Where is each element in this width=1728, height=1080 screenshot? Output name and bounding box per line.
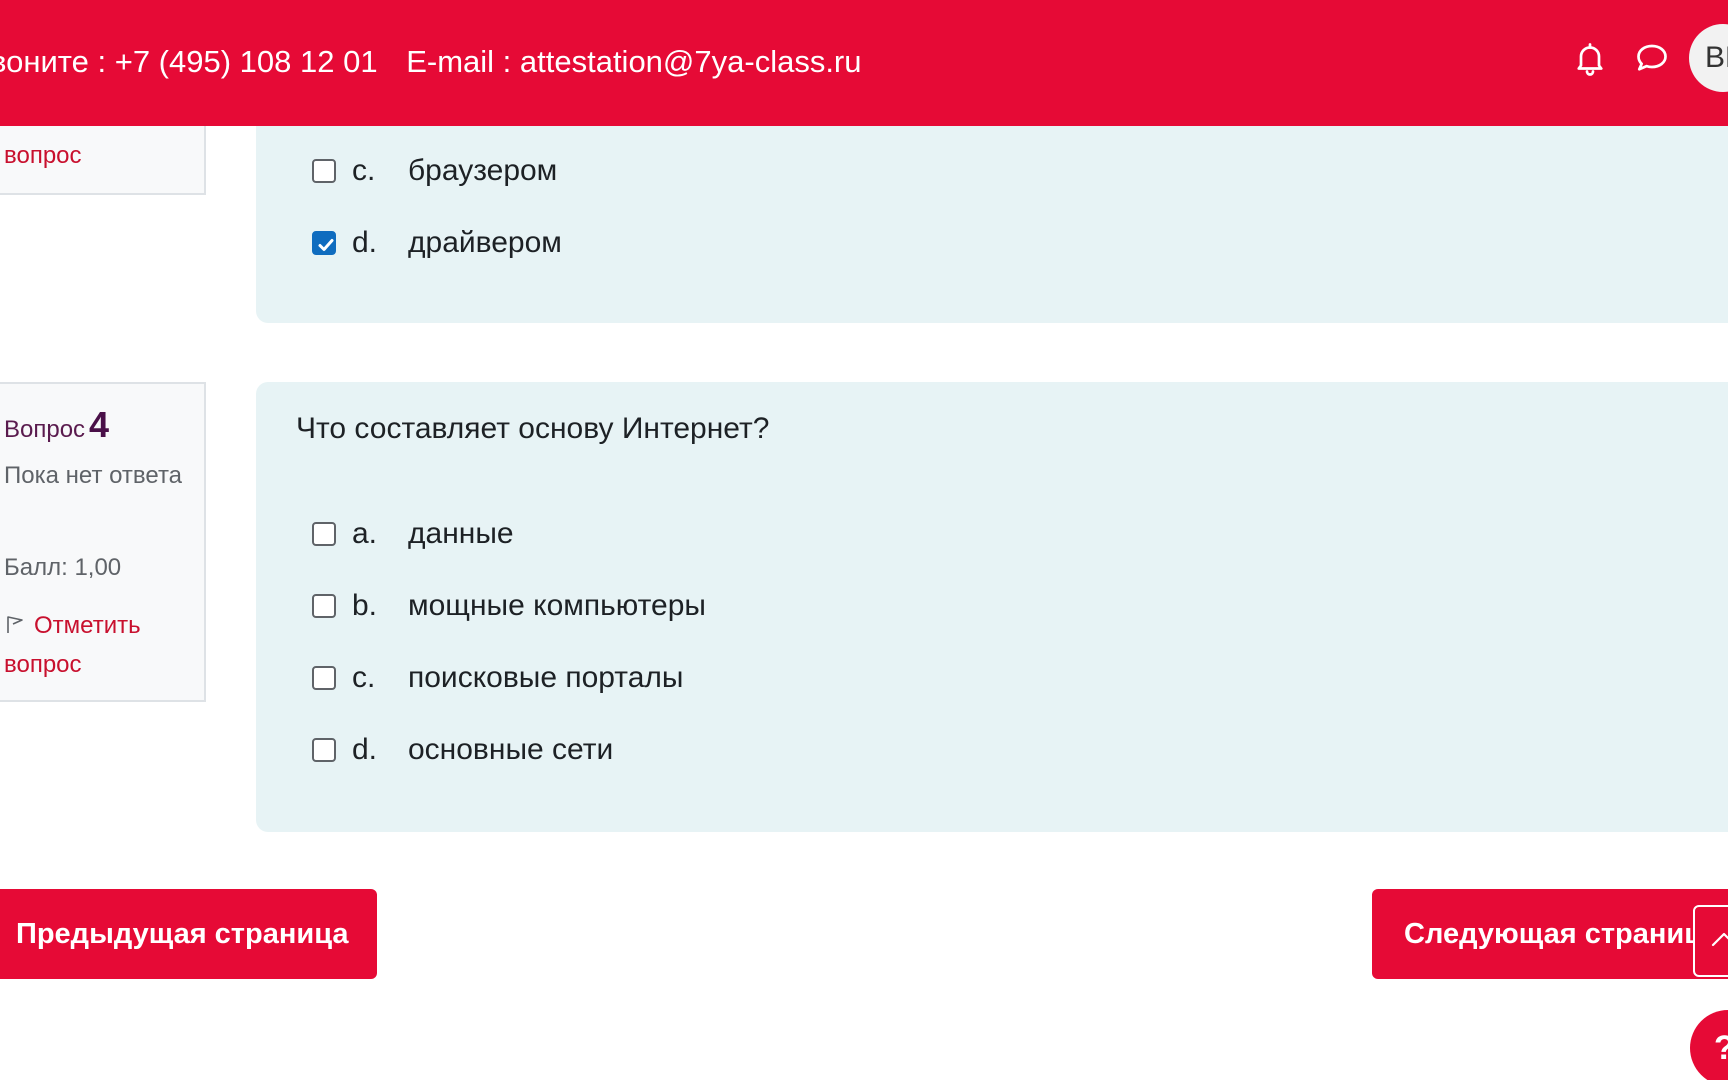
email-link[interactable]: E-mail : attestation@7ya-class.ru [406, 44, 861, 79]
question-number: Вопрос 4 [4, 404, 109, 446]
option-text: основные сети [408, 733, 614, 766]
contact-info: воните : +7 (495) 108 12 01 E-mail : att… [0, 44, 862, 80]
top-navbar: воните : +7 (495) 108 12 01 E-mail : att… [0, 0, 1728, 126]
option-text: поисковые порталы [408, 661, 684, 694]
checkmark-icon [318, 239, 334, 251]
chevron-up-icon [1711, 932, 1728, 947]
question-text: Что составляет основу Интернет? [296, 412, 770, 445]
option-text: браузером [408, 154, 558, 187]
option-text: мощные компьютеры [408, 589, 706, 622]
help-button[interactable]: ? [1690, 1010, 1728, 1080]
option-text: драйвером [408, 226, 562, 259]
previous-page-button[interactable]: Предыдущая страница [0, 889, 377, 979]
flag-question-link[interactable]: Отметить вопрос [4, 606, 194, 684]
option-letter: d. [352, 733, 378, 766]
question-content-4: Что составляет основу Интернет? a. данны… [256, 382, 1728, 832]
option-text: данные [408, 517, 514, 550]
question-grade: Балл: 1,00 [4, 554, 122, 581]
question-label: Вопрос [4, 416, 86, 443]
answer-checkbox[interactable] [312, 159, 336, 183]
answer-option-a[interactable]: a. данные [312, 514, 514, 554]
answer-option-c[interactable]: c. браузером [312, 151, 557, 191]
question-number-value: 4 [89, 404, 110, 445]
answer-option-d[interactable]: d. драйвером [312, 223, 562, 263]
flag-icon [7, 616, 23, 633]
question-info-4: Вопрос 4 Пока нет ответа Балл: 1,00 Отмет… [0, 382, 206, 702]
option-letter: c. [352, 661, 376, 694]
answer-checkbox[interactable] [312, 738, 336, 762]
answer-checkbox[interactable] [312, 594, 336, 618]
option-letter: d. [352, 226, 378, 259]
option-letter: b. [352, 589, 378, 622]
next-page-button[interactable]: Следующая страница [1372, 889, 1728, 979]
answer-checkbox-checked[interactable] [312, 231, 336, 255]
chat-icon[interactable] [1634, 40, 1670, 76]
bell-icon[interactable] [1572, 40, 1608, 76]
back-to-top-button[interactable] [1693, 905, 1728, 977]
answer-checkbox[interactable] [312, 522, 336, 546]
question-state: Пока нет ответа [4, 462, 183, 489]
answer-option-c[interactable]: c. поисковые порталы [312, 658, 683, 698]
flag-question-link[interactable]: вопрос [4, 136, 194, 175]
option-letter: a. [352, 517, 378, 550]
quiz-page: воните : +7 (495) 108 12 01 E-mail : att… [0, 0, 1728, 1080]
option-letter: c. [352, 154, 376, 187]
answer-option-d[interactable]: d. основные сети [312, 730, 613, 770]
answer-option-b[interactable]: b. мощные компьютеры [312, 586, 706, 626]
answer-checkbox[interactable] [312, 666, 336, 690]
phone-text: воните : +7 (495) 108 12 01 [0, 44, 378, 79]
user-avatar[interactable]: ВЕ [1689, 24, 1728, 92]
